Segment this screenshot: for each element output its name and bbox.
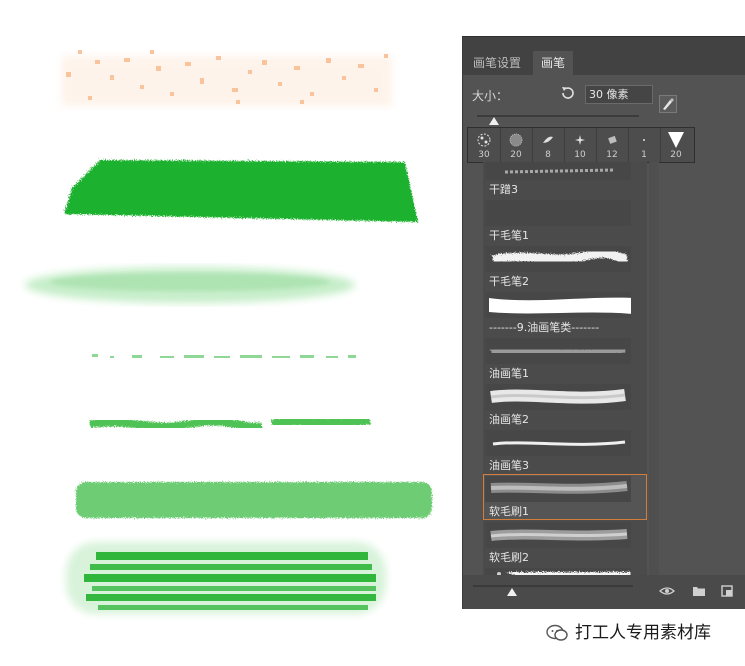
green-bristle-stroke: [66, 542, 386, 614]
recent-brush-size: 20: [510, 150, 522, 160]
brush-preview: [485, 384, 631, 410]
green-solid-stroke: [64, 160, 418, 222]
brush-preview: [485, 476, 631, 502]
green-wavy-stroke: [89, 415, 371, 431]
brush-item-soft-1[interactable]: 软毛刷1: [483, 474, 647, 520]
brush-settings-icon[interactable]: [659, 95, 677, 113]
recent-brush-5[interactable]: 12: [596, 128, 629, 162]
recent-brush-1[interactable]: 30: [468, 128, 501, 162]
canvas-area: [0, 0, 460, 666]
tab-brushes[interactable]: 画笔: [533, 51, 574, 75]
brush-list-scrollbar[interactable]: [649, 162, 659, 602]
oil-thin-preview: [492, 440, 626, 446]
tab-brush-settings[interactable]: 画笔设置: [465, 51, 529, 75]
brush-item-label: 软毛刷1: [489, 505, 529, 518]
brush-preview: [485, 246, 631, 272]
brush-preview: [485, 162, 631, 180]
recent-brush-4[interactable]: 10: [564, 128, 597, 162]
leaf-brush-icon: [543, 136, 553, 143]
brush-preview: [485, 522, 631, 548]
green-spray-stroke: [25, 267, 355, 303]
soft-gray-preview: [490, 481, 628, 494]
brush-preview: [485, 430, 631, 456]
size-input[interactable]: 30 像素: [585, 85, 653, 104]
oil-white-thick-preview: [490, 389, 626, 404]
brush-item-label: 干毛笔1: [489, 229, 529, 242]
recent-brush-6[interactable]: 1: [628, 128, 661, 162]
rough-brush-icon: [608, 135, 617, 144]
brush-item-label: 干蹭3: [489, 183, 518, 196]
preview-size-slider-thumb[interactable]: [507, 588, 517, 596]
recent-brush-size: 20: [670, 150, 682, 160]
brush-item-oil-category[interactable]: -------9.油画笔类-------: [483, 290, 647, 336]
brush-item-label: 软毛刷2: [489, 551, 529, 564]
recent-brush-2[interactable]: 20: [500, 128, 533, 162]
dotted-brush-icon: [509, 133, 523, 147]
orange-speckle-stroke: [62, 50, 392, 106]
watermark-text: 打工人专用素材库: [575, 623, 711, 643]
solid-white-preview: [489, 297, 631, 314]
green-dotted-stroke: [92, 354, 356, 358]
size-slider-track[interactable]: [477, 115, 639, 117]
preview-size-slider-track[interactable]: [473, 585, 633, 587]
brush-preview: [485, 292, 631, 318]
brush-item-oil-3[interactable]: 油画笔3: [483, 428, 647, 474]
brush-item-dry-brush-2[interactable]: 干毛笔2: [483, 244, 647, 290]
recent-brush-size: 30: [478, 150, 490, 160]
recent-brush-7[interactable]: 20: [660, 128, 692, 162]
new-brush-icon[interactable]: [719, 583, 735, 599]
panel-tab-bar: 画笔设置 画笔: [463, 37, 745, 75]
tiny-dot-brush-icon: [643, 139, 645, 141]
brush-preview: [485, 200, 631, 226]
brush-item-dry-brush-1[interactable]: 干毛笔1: [483, 198, 647, 244]
brush-item-label: -------9.油画笔类-------: [489, 321, 600, 334]
recent-brush-size: 12: [606, 150, 618, 160]
recent-brush-3[interactable]: 8: [532, 128, 565, 162]
brush-panel: 画笔设置 画笔 大小： 30 像素 30 20 8 10 12 1 20 干蹭3…: [462, 36, 745, 609]
brush-item-dry-rub-3[interactable]: 干蹭3: [483, 162, 647, 198]
rough-stroke-preview: [504, 168, 616, 174]
brush-strokes-sample: [25, 50, 432, 614]
brush-item-label: 油画笔3: [489, 459, 529, 472]
recent-brush-size: 8: [545, 150, 551, 160]
brush-item-label: 干毛笔2: [489, 275, 529, 288]
wechat-icon: [546, 624, 568, 641]
triangle-brush-icon: [668, 132, 684, 148]
brush-list: 干蹭3 干毛笔1 干毛笔2 -------9.油画笔类------- 油画笔1 …: [483, 162, 647, 602]
size-slider-thumb[interactable]: [489, 117, 499, 125]
soft-gray-2-preview: [490, 529, 628, 541]
recent-brush-size: 10: [574, 150, 586, 160]
brush-preview: [485, 338, 631, 364]
green-soft-stroke: [76, 482, 432, 518]
watermark: 打工人专用素材库: [545, 622, 711, 644]
brush-item-label: 油画笔1: [489, 367, 529, 380]
eye-toggle-icon[interactable]: [659, 583, 675, 599]
folder-icon[interactable]: [691, 583, 707, 599]
recent-brush-size: 1: [641, 150, 647, 160]
panel-bottom-bar: [463, 575, 745, 609]
oil-gray-preview: [490, 346, 626, 356]
brush-item-oil-1[interactable]: 油画笔1: [483, 336, 647, 382]
size-label: 大小：: [472, 89, 509, 103]
brush-item-label: 油画笔2: [489, 413, 529, 426]
reset-size-icon[interactable]: [560, 85, 576, 101]
brush-item-soft-2[interactable]: 软毛刷2: [483, 520, 647, 566]
recent-brushes-row: 30 20 8 10 12 1 20: [467, 127, 695, 163]
dry-brush-white-preview: [491, 248, 628, 265]
star-brush-icon: [575, 135, 585, 145]
spatter-brush-icon: [477, 133, 491, 147]
brush-item-oil-2[interactable]: 油画笔2: [483, 382, 647, 428]
